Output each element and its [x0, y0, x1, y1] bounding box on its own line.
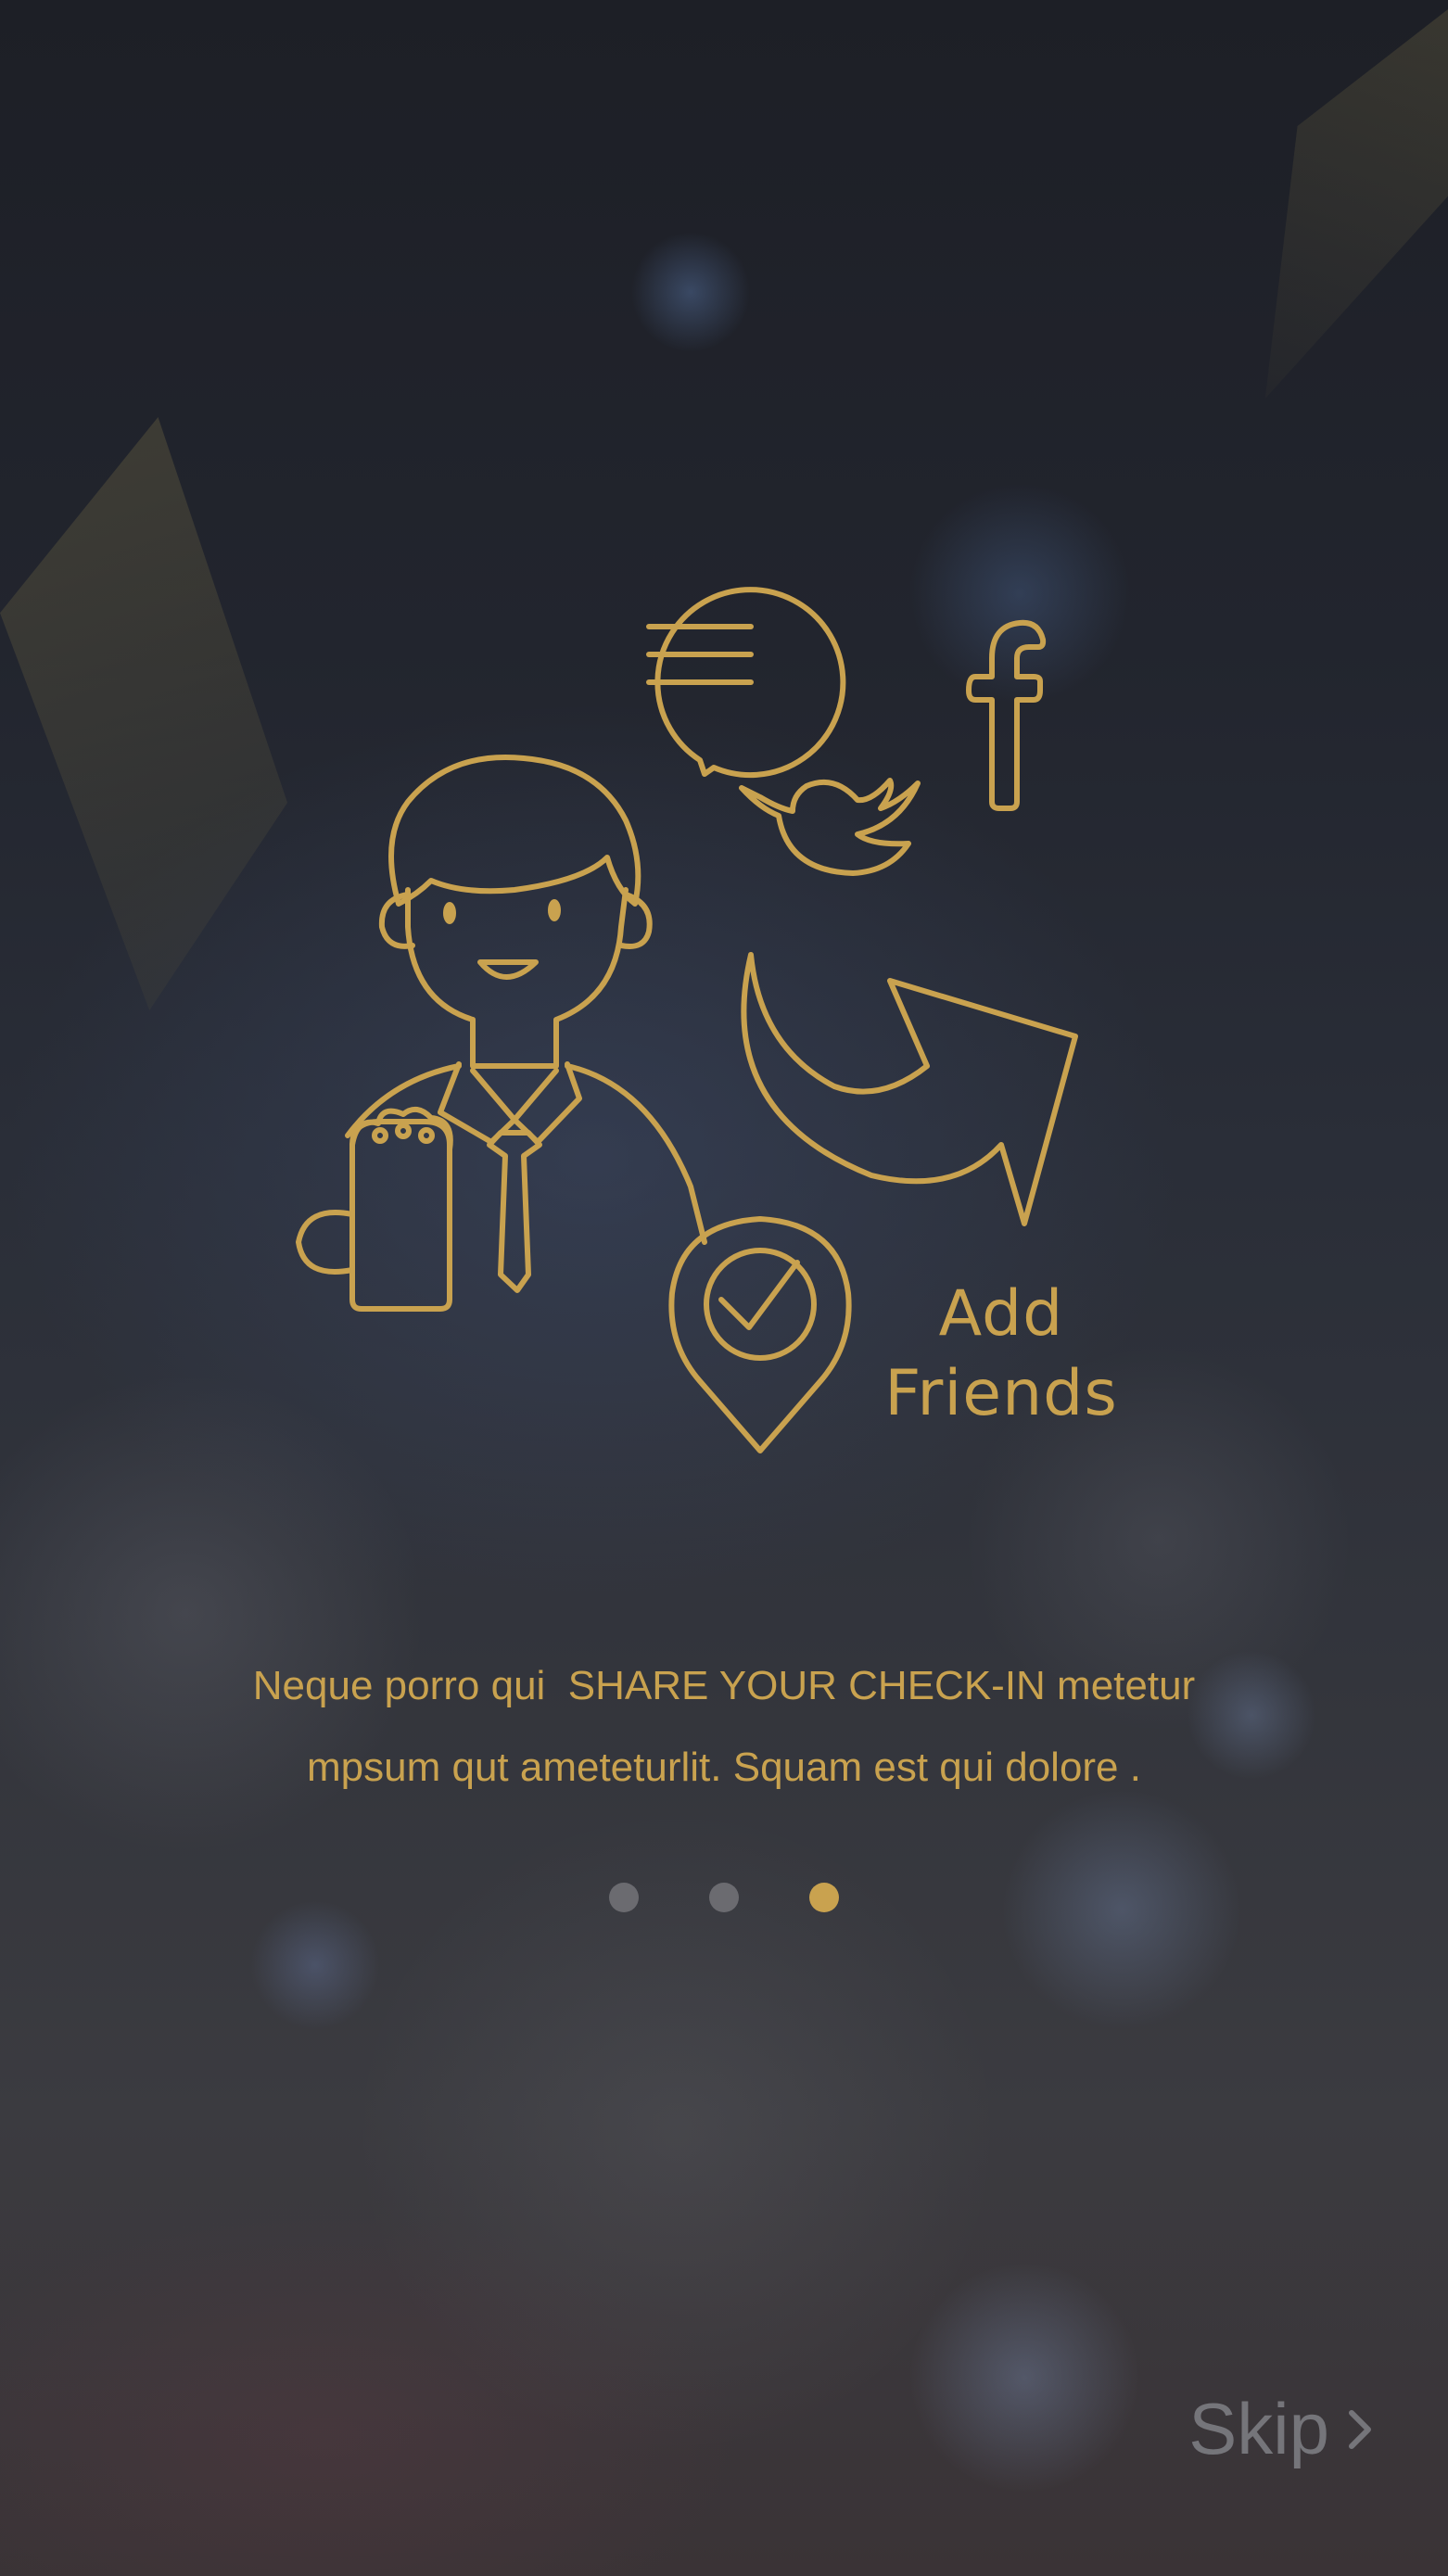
description-line2: mpsum qut ameteturlit. Squam est qui dol… — [307, 1745, 1141, 1790]
background-bokeh — [630, 232, 751, 352]
chevron-right-icon — [1349, 2409, 1371, 2449]
onboarding-screen: Add Friends Neque porro qui SHARE YOUR C… — [0, 0, 1448, 2576]
background-shard-left — [0, 417, 287, 1010]
page-dot[interactable] — [709, 1883, 739, 1912]
background-bokeh — [908, 2262, 1140, 2494]
background-bokeh — [250, 1900, 380, 2030]
skip-button[interactable]: Skip — [1188, 2387, 1374, 2471]
check-in-pin-icon — [668, 1216, 852, 1453]
illustration-label-line2: Friends — [884, 1357, 1118, 1430]
illustration-label-line1: Add — [938, 1277, 1064, 1351]
chat-bubble-icon — [646, 587, 846, 779]
page-dot[interactable] — [609, 1883, 639, 1912]
skip-label: Skip — [1188, 2388, 1329, 2469]
share-arrow-icon — [741, 952, 1078, 1226]
background-shard-right — [1264, 9, 1448, 399]
background-bokeh — [0, 2206, 742, 2576]
description-line1: Neque porro qui SHARE YOUR CHECK-IN mete… — [252, 1663, 1196, 1708]
illustration-label: Add Friends — [862, 1275, 1140, 1434]
person-with-beer-icon — [296, 755, 707, 1312]
page-dot-active[interactable] — [809, 1883, 839, 1912]
facebook-icon — [966, 619, 1047, 811]
page-indicator — [0, 1882, 1448, 1913]
onboarding-description: Neque porro qui SHARE YOUR CHECK-IN mete… — [111, 1645, 1337, 1808]
twitter-icon — [739, 778, 921, 876]
